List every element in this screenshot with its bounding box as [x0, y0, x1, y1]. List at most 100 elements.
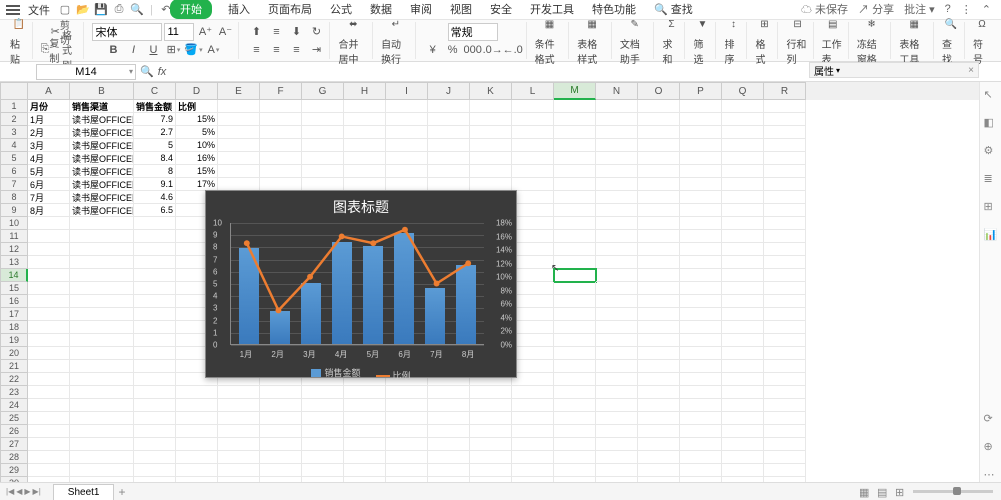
- tab-view[interactable]: 视图: [448, 0, 474, 19]
- cell[interactable]: [638, 113, 680, 126]
- cell[interactable]: [554, 295, 596, 308]
- cell[interactable]: [302, 412, 344, 425]
- cell[interactable]: [260, 438, 302, 451]
- cell[interactable]: [512, 113, 554, 126]
- cell[interactable]: [722, 399, 764, 412]
- row-header[interactable]: 24: [0, 399, 28, 412]
- cell[interactable]: [386, 425, 428, 438]
- cell[interactable]: [70, 243, 134, 256]
- cell[interactable]: [344, 139, 386, 152]
- bold-button[interactable]: B: [104, 41, 122, 59]
- cell[interactable]: [638, 178, 680, 191]
- cell[interactable]: [512, 126, 554, 139]
- row-header[interactable]: 22: [0, 373, 28, 386]
- cell[interactable]: [554, 217, 596, 230]
- cell[interactable]: [28, 347, 70, 360]
- cell[interactable]: [512, 256, 554, 269]
- cell[interactable]: [764, 165, 806, 178]
- cell[interactable]: [302, 165, 344, 178]
- cell[interactable]: [302, 451, 344, 464]
- row-header[interactable]: 19: [0, 334, 28, 347]
- cell[interactable]: [70, 373, 134, 386]
- cell[interactable]: [470, 399, 512, 412]
- cell[interactable]: [260, 100, 302, 113]
- align-top-icon[interactable]: ⬆: [247, 23, 265, 41]
- cell[interactable]: [344, 451, 386, 464]
- cell[interactable]: [70, 425, 134, 438]
- cell[interactable]: [28, 386, 70, 399]
- cell[interactable]: [470, 438, 512, 451]
- cell[interactable]: [764, 256, 806, 269]
- currency-icon[interactable]: ¥: [424, 41, 442, 59]
- align-right-icon[interactable]: ≡: [287, 41, 305, 59]
- cell[interactable]: [764, 321, 806, 334]
- font-name-select[interactable]: [92, 23, 162, 41]
- col-header[interactable]: H: [344, 82, 386, 100]
- cell[interactable]: [428, 425, 470, 438]
- cell[interactable]: [554, 464, 596, 477]
- cell[interactable]: [722, 334, 764, 347]
- cell[interactable]: [28, 438, 70, 451]
- cell[interactable]: [764, 243, 806, 256]
- cell[interactable]: [680, 152, 722, 165]
- col-header[interactable]: N: [596, 82, 638, 100]
- selection-pane-icon[interactable]: ◧: [984, 116, 998, 130]
- cell[interactable]: [554, 113, 596, 126]
- cell[interactable]: [260, 399, 302, 412]
- help-icon[interactable]: ?: [945, 3, 951, 15]
- cell[interactable]: [134, 256, 176, 269]
- cell[interactable]: [512, 178, 554, 191]
- cell[interactable]: [722, 412, 764, 425]
- cell[interactable]: [70, 412, 134, 425]
- cell[interactable]: [28, 243, 70, 256]
- cell[interactable]: [638, 399, 680, 412]
- cell[interactable]: [638, 464, 680, 477]
- tab-formula[interactable]: 公式: [328, 0, 354, 19]
- cell[interactable]: [596, 321, 638, 334]
- cell[interactable]: [428, 464, 470, 477]
- cell[interactable]: [596, 373, 638, 386]
- cell[interactable]: [764, 217, 806, 230]
- cell[interactable]: [638, 347, 680, 360]
- cell[interactable]: 8: [134, 165, 176, 178]
- sheet-nav-first-icon[interactable]: |◀: [6, 487, 14, 496]
- cell[interactable]: [596, 152, 638, 165]
- cell[interactable]: [764, 386, 806, 399]
- cell[interactable]: [764, 451, 806, 464]
- apps-icon[interactable]: ⊞: [984, 200, 998, 214]
- sort-button[interactable]: ↕排序: [724, 15, 742, 66]
- cell[interactable]: [470, 152, 512, 165]
- properties-panel[interactable]: 属性▾ ×: [809, 62, 979, 78]
- cell[interactable]: 读书屋OFFICE网: [70, 165, 134, 178]
- font-color-button[interactable]: A▾: [204, 41, 222, 59]
- cell[interactable]: [428, 399, 470, 412]
- cell[interactable]: [554, 269, 596, 282]
- cell[interactable]: [554, 360, 596, 373]
- cond-format-button[interactable]: ▦条件格式: [535, 15, 565, 66]
- cell[interactable]: [638, 204, 680, 217]
- cell[interactable]: [344, 386, 386, 399]
- cell[interactable]: [512, 321, 554, 334]
- cell[interactable]: 比例: [176, 100, 218, 113]
- cell[interactable]: [680, 126, 722, 139]
- cell[interactable]: [596, 243, 638, 256]
- cell[interactable]: [470, 451, 512, 464]
- cell[interactable]: [218, 386, 260, 399]
- cell[interactable]: [722, 139, 764, 152]
- tab-data[interactable]: 数据: [368, 0, 394, 19]
- cell[interactable]: [764, 308, 806, 321]
- cell[interactable]: [134, 399, 176, 412]
- cell[interactable]: [764, 269, 806, 282]
- cell[interactable]: [596, 464, 638, 477]
- cell[interactable]: [596, 360, 638, 373]
- format-painter-button[interactable]: 格式刷: [61, 41, 79, 59]
- col-header[interactable]: O: [638, 82, 680, 100]
- cell[interactable]: [596, 282, 638, 295]
- cell[interactable]: [722, 126, 764, 139]
- cell[interactable]: [218, 412, 260, 425]
- settings-icon[interactable]: ⚙: [984, 144, 998, 158]
- cell[interactable]: [554, 282, 596, 295]
- cell[interactable]: [722, 438, 764, 451]
- wrap-text-button[interactable]: ↵自动换行: [381, 15, 411, 66]
- cell[interactable]: 月份: [28, 100, 70, 113]
